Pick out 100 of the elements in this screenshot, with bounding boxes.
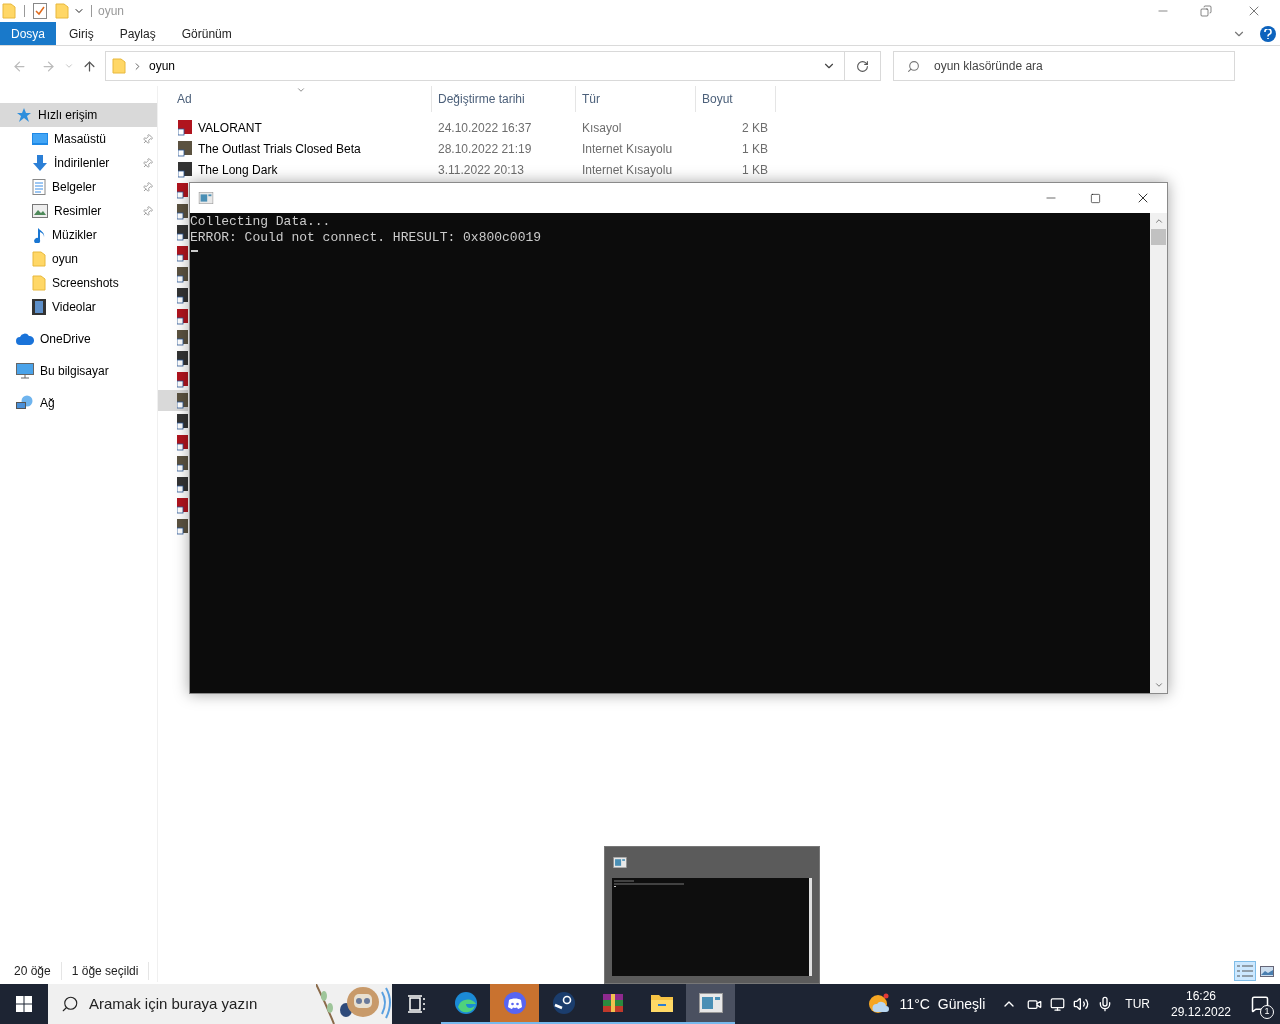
steam-piston-icon <box>551 991 576 1015</box>
file-size: 2 KB <box>741 119 769 137</box>
text-cursor <box>191 250 198 252</box>
network-monitor-icon[interactable] <box>1050 996 1066 1012</box>
taskbar-thumbnail-preview[interactable] <box>604 846 820 984</box>
weather-temperature: 11°C <box>899 994 930 1014</box>
scrollbar[interactable] <box>1150 213 1167 693</box>
column-header[interactable]: Ad <box>158 86 432 112</box>
input-language[interactable]: TUR <box>1125 995 1150 1013</box>
file-size: 1 KB <box>741 140 769 158</box>
document-icon <box>32 179 46 195</box>
sidebar-item[interactable]: Screenshots <box>0 271 157 295</box>
shortcut-icon <box>178 161 192 178</box>
column-header[interactable]: Tür <box>576 86 696 112</box>
clock[interactable]: 16:26 29.12.2022 <box>1162 984 1240 1024</box>
window-app-icon <box>198 192 214 204</box>
console-line: ERROR: Could not connect. HRESULT: 0x800c0019 <box>190 230 543 246</box>
browser-swirl-icon <box>453 991 478 1015</box>
column-header[interactable]: Boyut <box>696 86 776 112</box>
speaker-icon[interactable] <box>1073 996 1090 1012</box>
clock-time: 16:26 <box>1186 988 1216 1004</box>
sidebar-item[interactable]: Belgeler <box>0 175 157 199</box>
breadcrumb-text[interactable]: oyun <box>149 57 176 75</box>
sidebar-item[interactable]: Hızlı erişim <box>0 103 157 127</box>
file-name: The Long Dark <box>198 161 278 179</box>
landscape-image-icon <box>1260 965 1274 977</box>
sidebar-item[interactable]: Videolar <box>0 295 157 319</box>
clock-date: 29.12.2022 <box>1170 1004 1232 1020</box>
file-name: The Outlast Trials Closed Beta <box>198 140 361 158</box>
stacked-books-icon <box>600 991 625 1015</box>
sidebar-item[interactable]: OneDrive <box>0 327 157 351</box>
console-line: Collecting Data... <box>190 214 332 230</box>
restore-button[interactable] <box>1200 5 1212 17</box>
properties-checklist-icon[interactable] <box>33 3 47 19</box>
ribbon-tab[interactable]: Görünüm <box>168 22 245 45</box>
help-icon[interactable] <box>1260 25 1276 42</box>
item-count: 20 öğe <box>0 962 62 980</box>
search-icon <box>61 995 79 1013</box>
file-size: 1 KB <box>741 161 769 179</box>
sidebar-item[interactable]: oyun <box>0 247 157 271</box>
folder-icon <box>112 58 126 74</box>
file-row[interactable]: The Long Dark 3.11.2022 20:13 Internet Kısayolu 1 KB <box>158 159 776 180</box>
file-type: Internet Kısayolu <box>581 140 674 158</box>
weather-condition: Güneşli <box>937 994 986 1014</box>
folder-icon <box>649 993 674 1013</box>
maximize-button[interactable] <box>1090 192 1101 204</box>
file-type: Kısayol <box>581 119 623 137</box>
refresh-icon[interactable] <box>856 59 869 73</box>
window-title: oyun <box>98 3 125 20</box>
folder-icon <box>32 275 46 291</box>
search-icon <box>907 59 920 73</box>
windows-logo-icon <box>16 996 32 1012</box>
new-folder-icon <box>55 3 69 19</box>
ribbon-tab[interactable]: Paylaş <box>106 22 169 45</box>
file-type: Internet Kısayolu <box>581 161 674 179</box>
game-controller-face-icon <box>502 991 527 1015</box>
monitor-icon <box>16 363 34 379</box>
sidebar-item[interactable]: Masaüstü <box>0 127 157 151</box>
file-date: 28.10.2022 21:19 <box>437 140 533 158</box>
landscape-image-icon <box>32 204 48 218</box>
film-icon <box>32 299 46 315</box>
shortcut-icon <box>178 140 192 157</box>
file-name: VALORANT <box>198 119 262 137</box>
sidebar-item[interactable]: Müzikler <box>0 223 157 247</box>
taskbar-app-button[interactable] <box>686 984 735 1024</box>
file-date: 3.11.2022 20:13 <box>437 161 525 179</box>
action-center-button[interactable]: 1 <box>1240 984 1280 1024</box>
notification-icon <box>1251 995 1269 1013</box>
window-app-icon <box>698 993 723 1013</box>
column-header[interactable]: Değiştirme tarihi <box>432 86 576 112</box>
folder-icon <box>2 3 16 19</box>
network-globe-icon <box>16 395 34 411</box>
star-icon <box>16 107 32 123</box>
search-field[interactable]: oyun klasöründe ara <box>893 51 1235 81</box>
address-bar[interactable]: oyun <box>105 51 881 81</box>
file-date: 24.10.2022 16:37 <box>437 119 533 137</box>
search-input[interactable]: oyun klasöründe ara <box>934 57 1234 75</box>
file-menu-tab[interactable]: Dosya <box>0 22 56 45</box>
taskbar-search-box[interactable]: Aramak için buraya yazın <box>48 984 392 1024</box>
scrollbar-thumb[interactable] <box>1151 229 1166 245</box>
weather-widget[interactable]: 11°C Güneşli <box>863 984 990 1024</box>
sidebar-item[interactable]: Bu bilgisayar <box>0 359 157 383</box>
notification-count: 1 <box>1260 1005 1274 1019</box>
sidebar-item[interactable]: Ağ <box>0 391 157 415</box>
download-arrow-icon <box>32 155 48 171</box>
sort-indicator-icon <box>296 85 306 95</box>
folder-icon <box>32 251 46 267</box>
shortcut-icon <box>178 119 192 136</box>
music-note-icon <box>32 227 46 243</box>
taskbar-search-input[interactable]: Aramak için buraya yazın <box>89 992 289 1016</box>
file-row[interactable]: VALORANT 24.10.2022 16:37 Kısayol 2 KB <box>158 117 776 138</box>
sidebar-item[interactable]: İndirilenler <box>0 151 157 175</box>
sidebar-item[interactable]: Resimler <box>0 199 157 223</box>
window-app-icon <box>613 857 627 868</box>
sun-cloud-icon <box>867 992 892 1016</box>
selection-count: 1 öğe seçildi <box>61 962 150 980</box>
file-row[interactable] <box>158 390 188 411</box>
ribbon-tab[interactable]: Giriş <box>56 22 107 45</box>
file-row[interactable]: The Outlast Trials Closed Beta 28.10.2022 21:19 Internet Kısayolu 1 KB <box>158 138 776 159</box>
task-view-icon <box>406 995 427 1013</box>
